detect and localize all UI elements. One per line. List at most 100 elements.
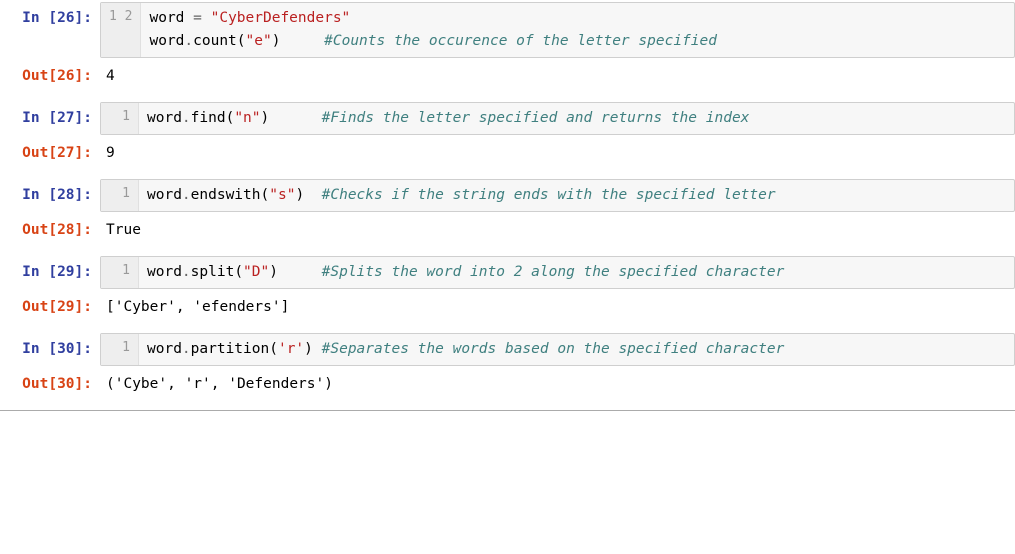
out-prompt-label: Out[28]:	[22, 222, 92, 238]
out-prompt-label: Out[27]:	[22, 145, 92, 161]
token-paren: (	[269, 341, 278, 357]
out-prompt: Out[26]:	[0, 60, 100, 88]
token-paren: )	[261, 110, 270, 126]
out-prompt-label: Out[30]:	[22, 376, 92, 392]
token-var: word	[147, 187, 182, 203]
code-line[interactable]: word = "CyberDefenders"	[149, 7, 1006, 30]
token-str: "n"	[234, 110, 260, 126]
code-area[interactable]: 1 word.partition('r') #Separates the word…	[100, 333, 1015, 366]
token-str: "s"	[269, 187, 295, 203]
token-var: word	[149, 10, 184, 26]
token-txt	[304, 187, 321, 203]
line-gutter: 1	[101, 103, 139, 134]
cell-group: In [26]:1 2word = "CyberDefenders"word.c…	[0, 2, 1015, 88]
token-var: word	[147, 264, 182, 280]
line-gutter: 1	[101, 334, 139, 365]
token-op: .	[184, 33, 193, 49]
notebook-container: In [26]:1 2word = "CyberDefenders"word.c…	[0, 0, 1015, 411]
input-cell: In [29]:1 word.split("D") #Splits the wor…	[0, 256, 1015, 289]
in-prompt: In [30]:	[0, 333, 100, 361]
code-line[interactable]: word.find("n") #Finds the letter specifi…	[147, 107, 1006, 130]
in-prompt: In [27]:	[0, 102, 100, 130]
output-text: ('Cybe', 'r', 'Defenders')	[100, 368, 1015, 396]
token-str: "CyberDefenders"	[211, 10, 351, 26]
token-txt	[269, 110, 321, 126]
code-lines[interactable]: word = "CyberDefenders"word.count("e") #…	[141, 3, 1014, 57]
token-comment: #Counts the occurence of the letter spec…	[324, 33, 717, 49]
token-comment: #Splits the word into 2 along the specif…	[322, 264, 785, 280]
token-op: .	[182, 264, 191, 280]
token-call: count	[193, 33, 237, 49]
token-var: word	[147, 110, 182, 126]
code-lines[interactable]: word.find("n") #Finds the letter specifi…	[139, 103, 1014, 134]
token-call: partition	[191, 341, 270, 357]
token-paren: (	[237, 33, 246, 49]
input-cell: In [26]:1 2word = "CyberDefenders"word.c…	[0, 2, 1015, 58]
output-text: 4	[100, 60, 1015, 88]
out-prompt-label: Out[26]:	[22, 68, 92, 84]
line-gutter: 1 2	[101, 3, 141, 57]
in-prompt-label: In [27]:	[22, 110, 92, 126]
code-lines[interactable]: word.split("D") #Splits the word into 2 …	[139, 257, 1014, 288]
token-op: .	[182, 341, 191, 357]
token-txt	[313, 341, 322, 357]
cell-group: In [28]:1 word.endswith("s") #Checks if t…	[0, 179, 1015, 242]
out-prompt: Out[29]:	[0, 291, 100, 319]
token-paren: (	[226, 110, 235, 126]
in-prompt: In [28]:	[0, 179, 100, 207]
token-str: "e"	[246, 33, 272, 49]
token-comment: #Finds the letter specified and returns …	[322, 110, 750, 126]
token-call: find	[191, 110, 226, 126]
token-paren: )	[269, 264, 278, 280]
line-gutter: 1	[101, 180, 139, 211]
in-prompt: In [26]:	[0, 2, 100, 30]
output-text: 9	[100, 137, 1015, 165]
code-area[interactable]: 1 word.split("D") #Splits the word into 2…	[100, 256, 1015, 289]
code-lines[interactable]: word.endswith("s") #Checks if the string…	[139, 180, 1014, 211]
code-line[interactable]: word.partition('r') #Separates the words…	[147, 338, 1006, 361]
input-cell: In [28]:1 word.endswith("s") #Checks if t…	[0, 179, 1015, 212]
output-cell: Out[27]: 9	[0, 137, 1015, 165]
line-gutter: 1	[101, 257, 139, 288]
token-paren: (	[234, 264, 243, 280]
token-comment: #Checks if the string ends with the spec…	[322, 187, 785, 203]
input-cell: In [30]: 1 word.partition('r') #Separates …	[0, 333, 1015, 366]
token-op: =	[193, 10, 202, 26]
token-txt	[184, 10, 193, 26]
token-call: endswith	[191, 187, 261, 203]
token-txt	[202, 10, 211, 26]
cell-group: In [29]:1 word.split("D") #Splits the wor…	[0, 256, 1015, 319]
code-area[interactable]: 1 2word = "CyberDefenders"word.count("e"…	[100, 2, 1015, 58]
cell-group: In [30]: 1 word.partition('r') #Separates …	[0, 333, 1015, 396]
token-op: .	[182, 110, 191, 126]
code-lines[interactable]: word.partition('r') #Separates the words…	[139, 334, 1014, 365]
code-area[interactable]: 1 word.find("n") #Finds the letter specif…	[100, 102, 1015, 135]
token-txt	[280, 33, 324, 49]
in-prompt-label: In [26]:	[22, 10, 92, 26]
input-cell: In [27]: 1 word.find("n") #Finds the lette…	[0, 102, 1015, 135]
out-prompt: Out[28]:	[0, 214, 100, 242]
token-str: 'r'	[278, 341, 304, 357]
token-paren: )	[304, 341, 313, 357]
code-line[interactable]: word.count("e") #Counts the occurence of…	[149, 30, 1006, 53]
token-paren: )	[295, 187, 304, 203]
token-paren: (	[261, 187, 270, 203]
out-prompt-label: Out[29]:	[22, 299, 92, 315]
in-prompt-label: In [30]:	[22, 341, 92, 357]
token-var: word	[149, 33, 184, 49]
token-comment: #Separates the words based on the specif…	[322, 341, 785, 357]
token-txt	[278, 264, 322, 280]
token-var: word	[147, 341, 182, 357]
cell-group: In [27]: 1 word.find("n") #Finds the lette…	[0, 102, 1015, 165]
output-text: ['Cyber', 'efenders']	[100, 291, 1015, 319]
code-area[interactable]: 1 word.endswith("s") #Checks if the strin…	[100, 179, 1015, 212]
out-prompt: Out[30]:	[0, 368, 100, 396]
token-call: split	[191, 264, 235, 280]
in-prompt: In [29]:	[0, 256, 100, 284]
output-cell: Out[28]:True	[0, 214, 1015, 242]
code-line[interactable]: word.split("D") #Splits the word into 2 …	[147, 261, 1006, 284]
code-line[interactable]: word.endswith("s") #Checks if the string…	[147, 184, 1006, 207]
output-cell: Out[30]: ('Cybe', 'r', 'Defenders')	[0, 368, 1015, 396]
token-op: .	[182, 187, 191, 203]
token-str: "D"	[243, 264, 269, 280]
